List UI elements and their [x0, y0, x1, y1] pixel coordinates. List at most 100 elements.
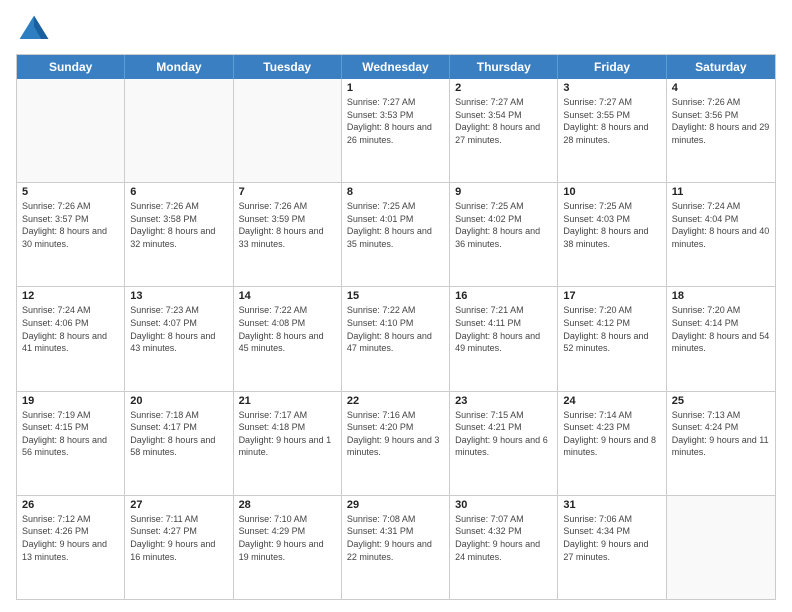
- calendar-day-empty: [125, 79, 233, 182]
- day-number: 31: [563, 499, 660, 511]
- calendar: SundayMondayTuesdayWednesdayThursdayFrid…: [16, 54, 776, 600]
- day-info: Sunrise: 7:18 AM Sunset: 4:17 PM Dayligh…: [130, 409, 227, 459]
- day-info: Sunrise: 7:25 AM Sunset: 4:03 PM Dayligh…: [563, 200, 660, 250]
- calendar-day-15: 15 Sunrise: 7:22 AM Sunset: 4:10 PM Dayli…: [342, 287, 450, 390]
- calendar-day-24: 24 Sunrise: 7:14 AM Sunset: 4:23 PM Dayli…: [558, 392, 666, 495]
- day-number: 16: [455, 290, 552, 302]
- calendar-day-17: 17 Sunrise: 7:20 AM Sunset: 4:12 PM Dayli…: [558, 287, 666, 390]
- calendar-week-5: 26Sunrise: 7:12 AM Sunset: 4:26 PM Dayli…: [17, 495, 775, 599]
- day-info: Sunrise: 7:19 AM Sunset: 4:15 PM Dayligh…: [22, 409, 119, 459]
- calendar-day-1: 1 Sunrise: 7:27 AM Sunset: 3:53 PM Daylig…: [342, 79, 450, 182]
- day-info: Sunrise: 7:27 AM Sunset: 3:54 PM Dayligh…: [455, 96, 552, 146]
- calendar-day-25: 25 Sunrise: 7:13 AM Sunset: 4:24 PM Dayli…: [667, 392, 775, 495]
- calendar-day-19: 19 Sunrise: 7:19 AM Sunset: 4:15 PM Dayli…: [17, 392, 125, 495]
- day-number: 24: [563, 395, 660, 407]
- calendar-day-8: 8 Sunrise: 7:25 AM Sunset: 4:01 PM Daylig…: [342, 183, 450, 286]
- day-number: 19: [22, 395, 119, 407]
- day-info: Sunrise: 7:26 AM Sunset: 3:57 PM Dayligh…: [22, 200, 119, 250]
- day-number: 25: [672, 395, 770, 407]
- day-info: Sunrise: 7:27 AM Sunset: 3:55 PM Dayligh…: [563, 96, 660, 146]
- calendar-day-23: 23Sunrise: 7:15 AM Sunset: 4:21 PM Dayli…: [450, 392, 558, 495]
- calendar-day-27: 27 Sunrise: 7:11 AM Sunset: 4:27 PM Dayli…: [125, 496, 233, 599]
- calendar-header-wednesday: Wednesday: [342, 55, 450, 79]
- calendar-week-1: 1 Sunrise: 7:27 AM Sunset: 3:53 PM Daylig…: [17, 79, 775, 182]
- day-number: 2: [455, 82, 552, 94]
- day-info: Sunrise: 7:25 AM Sunset: 4:02 PM Dayligh…: [455, 200, 552, 250]
- day-number: 7: [239, 186, 336, 198]
- calendar-header-row: SundayMondayTuesdayWednesdayThursdayFrid…: [17, 55, 775, 79]
- calendar-day-11: 11Sunrise: 7:24 AM Sunset: 4:04 PM Dayli…: [667, 183, 775, 286]
- logo: [16, 12, 58, 48]
- day-number: 6: [130, 186, 227, 198]
- day-info: Sunrise: 7:26 AM Sunset: 3:59 PM Dayligh…: [239, 200, 336, 250]
- day-number: 10: [563, 186, 660, 198]
- day-number: 12: [22, 290, 119, 302]
- day-number: 27: [130, 499, 227, 511]
- day-info: Sunrise: 7:16 AM Sunset: 4:20 PM Dayligh…: [347, 409, 444, 459]
- calendar-day-18: 18 Sunrise: 7:20 AM Sunset: 4:14 PM Dayli…: [667, 287, 775, 390]
- calendar-header-saturday: Saturday: [667, 55, 775, 79]
- day-number: 29: [347, 499, 444, 511]
- day-number: 9: [455, 186, 552, 198]
- calendar-day-26: 26Sunrise: 7:12 AM Sunset: 4:26 PM Dayli…: [17, 496, 125, 599]
- day-number: 14: [239, 290, 336, 302]
- day-number: 13: [130, 290, 227, 302]
- calendar-day-4: 4Sunrise: 7:26 AM Sunset: 3:56 PM Daylig…: [667, 79, 775, 182]
- day-info: Sunrise: 7:25 AM Sunset: 4:01 PM Dayligh…: [347, 200, 444, 250]
- day-info: Sunrise: 7:15 AM Sunset: 4:21 PM Dayligh…: [455, 409, 552, 459]
- day-info: Sunrise: 7:14 AM Sunset: 4:23 PM Dayligh…: [563, 409, 660, 459]
- day-number: 1: [347, 82, 444, 94]
- day-info: Sunrise: 7:26 AM Sunset: 3:58 PM Dayligh…: [130, 200, 227, 250]
- calendar-header-monday: Monday: [125, 55, 233, 79]
- calendar-week-4: 19 Sunrise: 7:19 AM Sunset: 4:15 PM Dayli…: [17, 391, 775, 495]
- day-info: Sunrise: 7:26 AM Sunset: 3:56 PM Dayligh…: [672, 96, 770, 146]
- day-info: Sunrise: 7:22 AM Sunset: 4:08 PM Dayligh…: [239, 304, 336, 354]
- day-info: Sunrise: 7:07 AM Sunset: 4:32 PM Dayligh…: [455, 513, 552, 563]
- calendar-day-28: 28 Sunrise: 7:10 AM Sunset: 4:29 PM Dayli…: [234, 496, 342, 599]
- day-number: 30: [455, 499, 552, 511]
- day-number: 21: [239, 395, 336, 407]
- calendar-body: 1 Sunrise: 7:27 AM Sunset: 3:53 PM Daylig…: [17, 79, 775, 599]
- day-info: Sunrise: 7:13 AM Sunset: 4:24 PM Dayligh…: [672, 409, 770, 459]
- calendar-header-sunday: Sunday: [17, 55, 125, 79]
- day-info: Sunrise: 7:21 AM Sunset: 4:11 PM Dayligh…: [455, 304, 552, 354]
- day-number: 17: [563, 290, 660, 302]
- calendar-day-empty: [234, 79, 342, 182]
- day-info: Sunrise: 7:20 AM Sunset: 4:12 PM Dayligh…: [563, 304, 660, 354]
- calendar-day-22: 22 Sunrise: 7:16 AM Sunset: 4:20 PM Dayli…: [342, 392, 450, 495]
- day-info: Sunrise: 7:20 AM Sunset: 4:14 PM Dayligh…: [672, 304, 770, 354]
- day-info: Sunrise: 7:24 AM Sunset: 4:04 PM Dayligh…: [672, 200, 770, 250]
- day-number: 3: [563, 82, 660, 94]
- header: [16, 12, 776, 48]
- calendar-week-3: 12Sunrise: 7:24 AM Sunset: 4:06 PM Dayli…: [17, 286, 775, 390]
- calendar-day-31: 31 Sunrise: 7:06 AM Sunset: 4:34 PM Dayli…: [558, 496, 666, 599]
- calendar-day-7: 7 Sunrise: 7:26 AM Sunset: 3:59 PM Daylig…: [234, 183, 342, 286]
- calendar-day-14: 14 Sunrise: 7:22 AM Sunset: 4:08 PM Dayli…: [234, 287, 342, 390]
- day-info: Sunrise: 7:23 AM Sunset: 4:07 PM Dayligh…: [130, 304, 227, 354]
- day-info: Sunrise: 7:27 AM Sunset: 3:53 PM Dayligh…: [347, 96, 444, 146]
- day-info: Sunrise: 7:11 AM Sunset: 4:27 PM Dayligh…: [130, 513, 227, 563]
- day-info: Sunrise: 7:17 AM Sunset: 4:18 PM Dayligh…: [239, 409, 336, 459]
- logo-icon: [16, 12, 52, 48]
- day-number: 5: [22, 186, 119, 198]
- calendar-header-tuesday: Tuesday: [234, 55, 342, 79]
- calendar-day-21: 21 Sunrise: 7:17 AM Sunset: 4:18 PM Dayli…: [234, 392, 342, 495]
- page: SundayMondayTuesdayWednesdayThursdayFrid…: [0, 0, 792, 612]
- day-number: 15: [347, 290, 444, 302]
- day-number: 18: [672, 290, 770, 302]
- day-info: Sunrise: 7:06 AM Sunset: 4:34 PM Dayligh…: [563, 513, 660, 563]
- day-number: 20: [130, 395, 227, 407]
- day-info: Sunrise: 7:08 AM Sunset: 4:31 PM Dayligh…: [347, 513, 444, 563]
- day-number: 22: [347, 395, 444, 407]
- calendar-day-29: 29 Sunrise: 7:08 AM Sunset: 4:31 PM Dayli…: [342, 496, 450, 599]
- day-number: 8: [347, 186, 444, 198]
- calendar-day-empty: [17, 79, 125, 182]
- calendar-header-thursday: Thursday: [450, 55, 558, 79]
- calendar-day-empty: [667, 496, 775, 599]
- calendar-day-13: 13 Sunrise: 7:23 AM Sunset: 4:07 PM Dayli…: [125, 287, 233, 390]
- calendar-day-2: 2 Sunrise: 7:27 AM Sunset: 3:54 PM Daylig…: [450, 79, 558, 182]
- day-number: 28: [239, 499, 336, 511]
- calendar-day-9: 9 Sunrise: 7:25 AM Sunset: 4:02 PM Daylig…: [450, 183, 558, 286]
- day-info: Sunrise: 7:10 AM Sunset: 4:29 PM Dayligh…: [239, 513, 336, 563]
- day-info: Sunrise: 7:22 AM Sunset: 4:10 PM Dayligh…: [347, 304, 444, 354]
